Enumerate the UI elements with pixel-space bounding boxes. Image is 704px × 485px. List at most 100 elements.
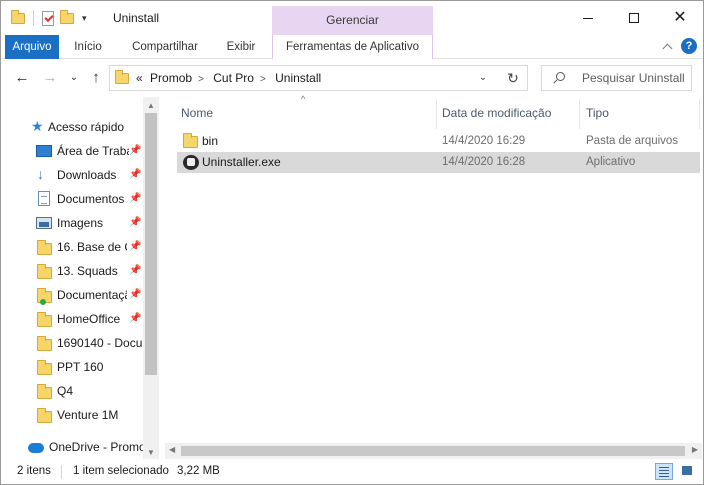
qat-dropdown-icon[interactable]: ▾ — [82, 13, 87, 24]
sidebar-item-folder[interactable]: Q4 — [1, 379, 159, 403]
help-icon[interactable]: ? — [681, 38, 697, 54]
address-bar[interactable]: « Promob > Cut Pro > Uninstall — [109, 65, 528, 91]
context-tab-manage[interactable]: Gerenciar — [272, 6, 433, 35]
title-bar: ▾ Uninstall Gerenciar ✕ — [1, 1, 703, 35]
folder-icon — [37, 264, 52, 279]
sidebar-item-folder[interactable]: PPT 160 — [1, 355, 159, 379]
qat-divider — [33, 10, 34, 26]
sidebar-item-quick-access[interactable]: ★ Acesso rápido — [1, 115, 159, 139]
sidebar-scrollbar[interactable]: ▲ ▼ — [143, 97, 159, 459]
sidebar-item-folder[interactable]: Venture 1M — [1, 403, 159, 427]
refresh-button[interactable]: ↻ — [499, 65, 528, 91]
list-item[interactable]: bin 14/4/2020 16:29 Pasta de arquivos — [177, 131, 700, 152]
sidebar-item-label: Downloads — [57, 168, 117, 182]
sort-ascending-icon: ^ — [301, 94, 306, 104]
sidebar-item-folder[interactable]: 16. Base de C 📌 — [1, 235, 159, 259]
folder-icon — [37, 408, 52, 423]
file-type: Aplicativo — [586, 156, 636, 168]
file-date: 14/4/2020 16:28 — [442, 156, 526, 168]
selection-size: 3,22 MB — [177, 465, 220, 477]
tab-home[interactable]: Início — [69, 35, 107, 59]
details-view-button[interactable] — [655, 463, 673, 480]
folder-icon — [37, 240, 52, 255]
search-input[interactable]: Pesquisar Uninstall — [541, 65, 692, 91]
breadcrumb-separator[interactable]: > — [260, 74, 266, 85]
column-date-modified[interactable]: Data de modificação — [442, 97, 551, 129]
forward-button[interactable]: → — [41, 69, 59, 87]
minimize-button[interactable] — [565, 1, 611, 35]
tab-view[interactable]: Exibir — [219, 35, 263, 59]
sidebar-item-folder[interactable]: HomeOffice 📌 — [1, 307, 159, 331]
breadcrumb-cut-pro[interactable]: Cut Pro — [213, 71, 254, 85]
breadcrumb-promob[interactable]: Promob — [150, 71, 192, 85]
horizontal-scrollbar[interactable]: ◀ ▶ — [165, 443, 702, 459]
tab-application-tools[interactable]: Ferramentas de Aplicativo — [272, 35, 433, 59]
sidebar-item-desktop[interactable]: Área de Traba 📌 — [1, 139, 159, 163]
tab-share[interactable]: Compartilhar — [125, 35, 205, 59]
star-icon: ★ — [31, 118, 44, 134]
sidebar-item-label: Imagens — [57, 216, 104, 230]
sidebar-item-label: 13. Squads — [57, 264, 118, 278]
sidebar-item-documents[interactable]: Documentos 📌 — [1, 187, 159, 211]
properties-icon[interactable] — [42, 10, 54, 26]
tab-file[interactable]: Arquivo — [5, 35, 59, 59]
up-button[interactable]: ↑ — [87, 69, 105, 87]
close-icon: ✕ — [673, 9, 687, 26]
status-bar: 2 itens 1 item selecionado 3,22 MB — [1, 459, 703, 484]
sidebar-item-onedrive[interactable]: OneDrive - Promo — [1, 435, 159, 459]
column-divider[interactable] — [579, 99, 580, 129]
sidebar-item-folder[interactable]: Documentaçã 📌 — [1, 283, 159, 307]
sidebar-item-downloads[interactable]: ↓ Downloads 📌 — [1, 163, 159, 187]
window-title: Uninstall — [113, 11, 160, 25]
folder-icon — [37, 312, 52, 327]
address-dropdown-button[interactable]: ⌄ — [473, 65, 493, 91]
column-type[interactable]: Tipo — [586, 97, 609, 129]
folder-icon — [37, 336, 52, 351]
list-item[interactable]: Uninstaller.exe 14/4/2020 16:28 Aplicati… — [177, 152, 700, 173]
sidebar-item-folder[interactable]: 1690140 - Docur — [1, 331, 159, 355]
sidebar-item-label: Documentaçã — [57, 288, 127, 302]
maximize-button[interactable] — [611, 1, 657, 35]
sidebar-item-label: PPT 160 — [57, 360, 104, 374]
large-icons-view-button[interactable] — [679, 463, 697, 480]
navigation-pane: ★ Acesso rápido Área de Traba 📌 ↓ Downlo… — [1, 97, 159, 459]
sidebar-item-label: Documentos — [57, 192, 125, 206]
desktop-icon — [36, 145, 52, 157]
sidebar-item-folder[interactable]: 13. Squads 📌 — [1, 259, 159, 283]
uninstaller-app-icon — [183, 155, 199, 170]
breadcrumb-uninstall[interactable]: Uninstall — [275, 71, 321, 85]
column-divider[interactable] — [699, 99, 700, 129]
scrollbar-thumb[interactable] — [181, 446, 685, 456]
sidebar-item-label: OneDrive - Promo — [49, 440, 143, 454]
scroll-up-icon[interactable]: ▲ — [147, 101, 155, 110]
window-controls: ✕ — [565, 1, 703, 35]
file-date: 14/4/2020 16:29 — [442, 135, 526, 147]
sidebar-item-label: Venture 1M — [57, 408, 119, 422]
quick-access-toolbar: ▾ — [11, 9, 87, 27]
close-button[interactable]: ✕ — [657, 1, 703, 35]
sidebar-item-label: 1690140 - Docur — [57, 336, 143, 350]
explorer-window: ▾ Uninstall Gerenciar ✕ Arquivo Início C… — [0, 0, 704, 485]
recent-locations-button[interactable]: ⌄ — [65, 69, 83, 87]
sidebar-item-pictures[interactable]: Imagens 📌 — [1, 211, 159, 235]
selection-count: 1 item selecionado — [73, 465, 169, 477]
pin-icon: 📌 — [129, 169, 142, 180]
column-divider[interactable] — [436, 99, 437, 129]
scroll-down-icon[interactable]: ▼ — [147, 448, 155, 457]
scroll-right-icon[interactable]: ▶ — [692, 445, 698, 454]
file-type: Pasta de arquivos — [586, 135, 679, 147]
document-icon — [38, 191, 50, 206]
collapse-ribbon-icon[interactable] — [662, 43, 673, 53]
new-folder-icon[interactable] — [60, 9, 74, 24]
column-name[interactable]: Nome — [181, 97, 213, 129]
pin-icon: 📌 — [129, 313, 142, 324]
breadcrumb-overflow[interactable]: « — [136, 71, 143, 85]
scrollbar-thumb[interactable] — [145, 113, 157, 375]
search-icon — [556, 72, 565, 81]
file-name: Uninstaller.exe — [202, 155, 281, 169]
scroll-left-icon[interactable]: ◀ — [169, 445, 175, 454]
folder-icon — [37, 384, 52, 399]
ribbon-tabs: Arquivo Início Compartilhar Exibir Ferra… — [1, 35, 703, 59]
back-button[interactable]: ← — [13, 69, 31, 87]
breadcrumb-separator[interactable]: > — [198, 74, 204, 85]
